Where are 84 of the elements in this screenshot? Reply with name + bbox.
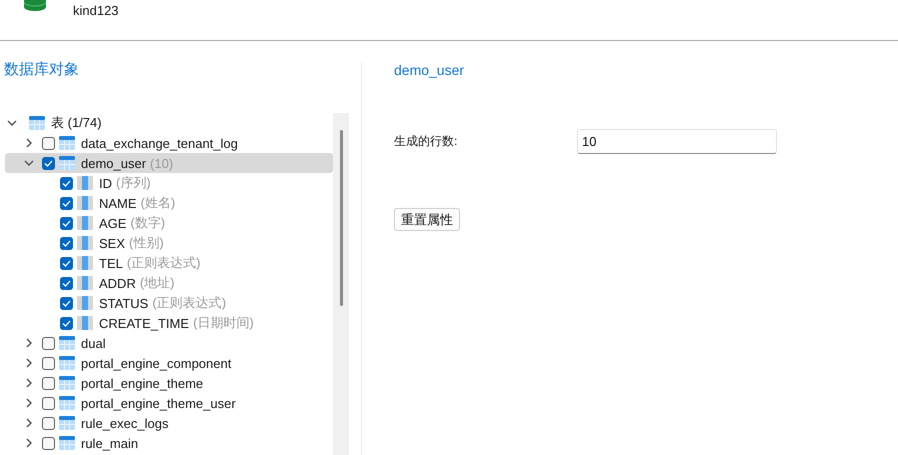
node-detail: (10) — [150, 156, 174, 170]
table-icon — [59, 435, 75, 451]
node-detail: (性别) — [129, 234, 164, 252]
node-detail: (正则表达式) — [152, 294, 226, 312]
tree-row[interactable]: STATUS (正则表达式) — [5, 293, 333, 313]
column-name: CREATE_TIME — [99, 316, 190, 330]
tree-row[interactable]: AGE (数字) — [5, 213, 333, 233]
column-icon — [77, 275, 93, 291]
table-icon — [59, 135, 75, 151]
table-title: demo_user — [394, 61, 466, 79]
node-detail: (正则表达式) — [126, 254, 201, 272]
checkbox[interactable] — [60, 316, 73, 330]
table-name: demo_user — [81, 156, 146, 170]
checkbox[interactable] — [60, 296, 73, 310]
tree-row[interactable]: portal_engine_component — [5, 353, 333, 373]
checkbox[interactable] — [60, 256, 73, 270]
table-icon — [59, 355, 75, 371]
field-label: 生成的行数: — [394, 133, 458, 150]
checkbox[interactable] — [42, 156, 55, 170]
table-name: portal_engine_component — [81, 356, 232, 370]
tree-row[interactable]: rule_main — [5, 433, 333, 453]
column-icon — [77, 295, 93, 311]
node-detail: (数字) — [130, 214, 166, 232]
checkbox[interactable] — [60, 176, 73, 190]
column-name: NAME — [99, 196, 137, 210]
checkbox[interactable] — [42, 136, 55, 150]
table-name: dual — [81, 336, 106, 350]
checkbox[interactable] — [60, 236, 73, 250]
table-name: portal_engine_theme_user — [81, 396, 236, 410]
group-label: 表 (1/74) — [51, 114, 102, 132]
tree-row[interactable]: TEL (正则表达式) — [5, 253, 333, 273]
table-name: rule_exec_logs — [81, 416, 168, 430]
column-icon — [77, 215, 93, 231]
input-field[interactable]: 10 — [577, 129, 777, 154]
tree-row[interactable]: portal_engine_theme — [5, 373, 333, 393]
column-icon — [77, 315, 93, 331]
column-icon — [77, 175, 93, 191]
checkbox[interactable] — [60, 196, 73, 210]
column-name: TEL — [99, 256, 123, 270]
tree-row[interactable]: SEX (性别) — [5, 233, 333, 253]
column-name: ADDR — [99, 276, 136, 290]
table-icon — [29, 115, 45, 131]
checkbox[interactable] — [42, 436, 55, 450]
checkbox[interactable] — [42, 376, 55, 390]
table-icon — [59, 155, 75, 171]
tree-row[interactable]: dual — [5, 333, 333, 353]
checkbox[interactable] — [60, 276, 73, 290]
checkbox[interactable] — [42, 396, 55, 410]
table-name: portal_engine_theme — [81, 376, 204, 390]
checkbox[interactable] — [60, 216, 73, 230]
scrollbar[interactable] — [333, 113, 349, 455]
checkbox[interactable] — [42, 356, 55, 370]
tree-row[interactable]: ADDR (地址) — [5, 273, 333, 293]
node-detail: (序列) — [116, 174, 151, 192]
table-icon — [59, 395, 75, 411]
tree-row[interactable]: portal_engine_theme_user — [5, 393, 333, 413]
panel-title: 数据库对象 — [3, 61, 80, 79]
table-icon — [59, 415, 75, 431]
tree-row[interactable]: demo_user (10) — [5, 153, 333, 173]
table-name: rule_main — [81, 436, 138, 450]
tree-row[interactable]: 表 (1/74) — [5, 113, 333, 133]
table-name: data_exchange_tenant_log — [81, 136, 238, 150]
column-name: ID — [99, 176, 112, 190]
tree-row[interactable]: ID (序列) — [5, 173, 333, 193]
column-name: SEX — [99, 236, 126, 250]
column-name: AGE — [99, 216, 126, 230]
node-detail: (日期时间) — [193, 314, 254, 332]
column-icon — [77, 235, 93, 251]
tree-row[interactable]: data_exchange_tenant_log — [5, 133, 333, 153]
checkbox[interactable] — [42, 416, 55, 430]
column-icon — [77, 195, 93, 211]
database-icon — [24, 0, 46, 12]
connection-name: kind123 — [73, 3, 119, 18]
column-name: STATUS — [99, 296, 148, 310]
tree-row[interactable]: CREATE_TIME (日期时间) — [5, 313, 333, 333]
tree-row[interactable]: rule_exec_logs — [5, 413, 333, 433]
column-icon — [77, 255, 93, 271]
table-icon — [59, 335, 75, 351]
tree-row[interactable]: NAME (姓名) — [5, 193, 333, 213]
checkbox[interactable] — [42, 336, 55, 350]
node-detail: (姓名) — [140, 194, 176, 212]
table-icon — [59, 375, 75, 391]
reset-button[interactable]: 重置属性 — [394, 208, 460, 231]
node-detail: (地址) — [140, 274, 175, 292]
